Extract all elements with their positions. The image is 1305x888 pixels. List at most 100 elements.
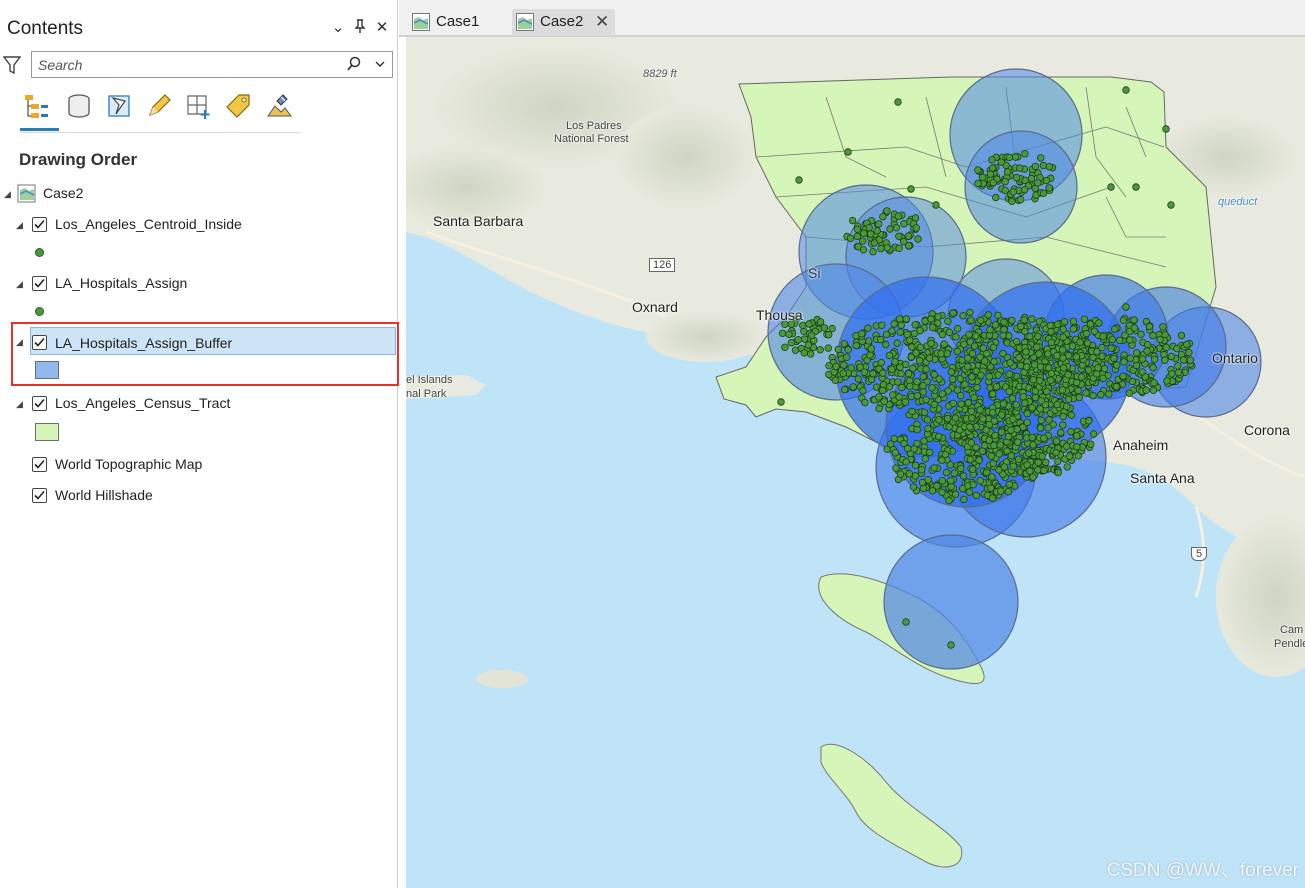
hospital-point[interactable] — [911, 461, 920, 469]
hospital-point[interactable] — [787, 339, 795, 347]
search-input[interactable] — [38, 56, 328, 74]
hospital-point[interactable] — [898, 383, 906, 392]
point-symbol[interactable] — [35, 307, 44, 316]
hospital-point[interactable] — [1059, 346, 1067, 354]
hospital-point[interactable] — [975, 456, 983, 464]
hospital-point[interactable] — [894, 212, 903, 220]
hospital-point[interactable] — [940, 340, 948, 348]
hospital-point[interactable] — [1047, 338, 1056, 347]
hospital-point[interactable] — [935, 416, 943, 424]
hospital-point[interactable] — [888, 365, 896, 373]
hospital-point[interactable] — [877, 335, 885, 344]
map-canvas[interactable] — [406, 37, 1305, 888]
hospital-point[interactable] — [1017, 361, 1025, 370]
hospital-point[interactable] — [1042, 458, 1050, 466]
hospital-point[interactable] — [843, 353, 851, 361]
hospital-point[interactable] — [988, 494, 997, 502]
hospital-point[interactable] — [1044, 350, 1052, 358]
hospital-point[interactable] — [1005, 387, 1013, 396]
hospital-point[interactable] — [916, 343, 925, 352]
hospital-point[interactable] — [1011, 153, 1020, 161]
hospital-point[interactable] — [935, 432, 943, 441]
hospital-point[interactable] — [1007, 426, 1015, 434]
hospital-point[interactable] — [1099, 374, 1107, 383]
hospital-point[interactable] — [1068, 342, 1077, 350]
point-symbol[interactable] — [35, 248, 44, 257]
hospital-point[interactable] — [1039, 189, 1048, 197]
hospital-point[interactable] — [905, 470, 913, 478]
filter-icon[interactable] — [2, 55, 22, 75]
hospital-point[interactable] — [997, 487, 1005, 495]
hospital-point[interactable] — [959, 312, 967, 320]
search-icon[interactable] — [346, 56, 362, 72]
hospital-point[interactable] — [1036, 377, 1044, 385]
hospital-point[interactable] — [1054, 457, 1062, 466]
hospital-point[interactable] — [989, 409, 997, 417]
hospital-point[interactable] — [1130, 316, 1138, 324]
hospital-point[interactable] — [941, 450, 949, 459]
hospital-point[interactable] — [878, 321, 886, 329]
list-by-selection-icon[interactable] — [103, 90, 135, 122]
hospital-point[interactable] — [1022, 348, 1030, 356]
hospital-point[interactable] — [913, 377, 921, 386]
hospital-point[interactable] — [1000, 463, 1008, 471]
hospital-point[interactable] — [953, 324, 962, 333]
hospital-point[interactable] — [1020, 185, 1029, 194]
layer-visibility-checkbox[interactable] — [32, 276, 47, 291]
hospital-point[interactable] — [1177, 331, 1186, 340]
hospital-point[interactable] — [929, 323, 937, 332]
hospital-point[interactable] — [866, 351, 874, 359]
hospital-point[interactable] — [1003, 168, 1012, 176]
hospital-point[interactable] — [1090, 430, 1098, 438]
hospital-point[interactable] — [901, 398, 910, 406]
hospital-point[interactable] — [904, 232, 913, 240]
hospital-point[interactable] — [938, 477, 947, 485]
hospital-point[interactable] — [1012, 337, 1021, 346]
hospital-point[interactable] — [1027, 174, 1036, 183]
hospital-point[interactable] — [972, 491, 980, 500]
hospital-point[interactable] — [937, 350, 945, 358]
hospital-point[interactable] — [928, 384, 936, 392]
hospital-point[interactable] — [865, 223, 873, 232]
hospital-point[interactable] — [972, 332, 980, 340]
hospital-point[interactable] — [891, 449, 900, 457]
hospital-point[interactable] — [1009, 415, 1017, 423]
hospital-point[interactable] — [1001, 177, 1009, 186]
hospital-point[interactable] — [904, 444, 912, 453]
hospital-point[interactable] — [1073, 432, 1081, 440]
hospital-point[interactable] — [920, 437, 928, 445]
hospital-point[interactable] — [1037, 154, 1045, 162]
hospital-point[interactable] — [1125, 389, 1134, 397]
hospital-point[interactable] — [820, 324, 829, 332]
hospital-point[interactable] — [976, 353, 984, 361]
hospital-point[interactable] — [1183, 340, 1191, 349]
hospital-point[interactable] — [999, 331, 1007, 340]
hospital-point[interactable] — [1045, 162, 1053, 171]
hospital-point[interactable] — [1098, 343, 1106, 352]
hospital-point[interactable] — [1162, 125, 1170, 133]
hospital-point[interactable] — [982, 426, 990, 434]
hospital-point[interactable] — [1132, 349, 1141, 357]
list-by-perspective-icon[interactable] — [263, 90, 295, 122]
hospital-point[interactable] — [1025, 449, 1033, 457]
hospital-point[interactable] — [1057, 428, 1065, 437]
hospital-point[interactable] — [853, 232, 862, 241]
close-icon[interactable]: ✕ — [374, 19, 390, 37]
hospital-point[interactable] — [1040, 434, 1048, 442]
hospital-point[interactable] — [920, 408, 929, 417]
map-view[interactable]: 8829 ft Los Padres National Forest Santa… — [406, 37, 1305, 888]
hospital-point[interactable] — [1013, 425, 1021, 433]
hospital-point[interactable] — [1017, 322, 1025, 331]
hospital-point[interactable] — [945, 328, 954, 336]
hospital-point[interactable] — [957, 391, 965, 400]
hospital-point[interactable] — [1015, 455, 1023, 463]
hospital-point[interactable] — [1026, 467, 1034, 475]
hospital-point[interactable] — [1150, 379, 1158, 387]
hospital-point[interactable] — [882, 340, 890, 349]
hospital-point[interactable] — [986, 170, 995, 178]
hospital-point[interactable] — [1020, 316, 1028, 324]
hospital-point[interactable] — [949, 309, 957, 317]
hospital-point[interactable] — [1034, 458, 1042, 467]
hospital-point[interactable] — [1128, 377, 1137, 386]
hospital-point[interactable] — [991, 431, 999, 440]
